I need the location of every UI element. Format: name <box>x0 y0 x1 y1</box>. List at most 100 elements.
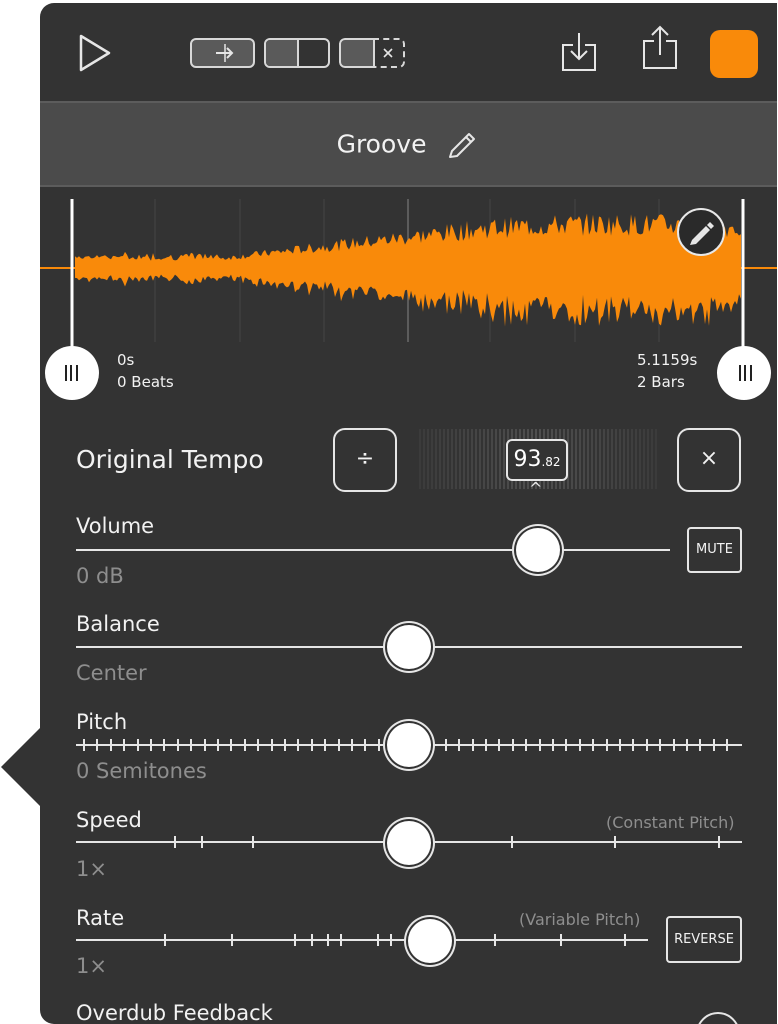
pitch-tick <box>619 739 621 751</box>
pitch-tick <box>606 739 608 751</box>
pitch-tick <box>110 739 112 751</box>
tempo-label: Original Tempo <box>76 445 264 474</box>
rate-tick <box>311 934 313 946</box>
pencil-icon <box>690 222 714 245</box>
rate-thumb[interactable] <box>408 919 452 963</box>
popover-pointer <box>1 727 41 807</box>
pitch-tick <box>284 739 286 751</box>
rate-tick <box>560 934 562 946</box>
balance-thumb[interactable] <box>387 625 431 669</box>
pitch-tick <box>137 739 139 751</box>
speed-note: (Constant Pitch) <box>606 813 735 832</box>
tempo-value[interactable]: 93.82 <box>506 439 568 481</box>
pitch-tick <box>659 739 661 751</box>
play-icon[interactable] <box>78 33 112 73</box>
trim-end-handle[interactable] <box>717 346 771 400</box>
waveform[interactable] <box>40 187 777 357</box>
volume-thumb[interactable] <box>516 528 560 572</box>
pitch-tick <box>190 739 192 751</box>
pitch-tick <box>217 739 219 751</box>
pitch-tick <box>445 739 447 751</box>
overdub-feedback-thumb[interactable] <box>696 1012 740 1024</box>
rate-tick <box>231 934 233 946</box>
speed-tick <box>718 836 720 848</box>
pitch-tick <box>378 739 380 751</box>
pitch-tick <box>686 739 688 751</box>
rate-tick <box>164 934 166 946</box>
volume-value: 0 dB <box>76 564 124 588</box>
start-time: 0s <box>117 351 135 369</box>
pitch-tick <box>726 739 728 751</box>
pitch-tick <box>565 739 567 751</box>
pitch-value: 0 Semitones <box>76 759 207 783</box>
rate-tick <box>494 934 496 946</box>
speed-value: 1× <box>76 857 107 881</box>
rate-track[interactable] <box>76 939 648 941</box>
pitch-tick <box>230 739 232 751</box>
double-tempo-button[interactable]: × <box>677 428 741 492</box>
mute-button[interactable]: MUTE <box>687 527 742 573</box>
speed-tick <box>614 836 616 848</box>
pitch-tick <box>163 739 165 751</box>
pitch-tick <box>244 739 246 751</box>
speed-label: Speed <box>76 808 142 832</box>
tempo-caret: ^ <box>529 479 543 498</box>
track-settings-panel: Groove 0s 0 Beats 5.1159s 2 Bars Origina… <box>40 3 777 1024</box>
pitch-tick <box>338 739 340 751</box>
pitch-tick <box>271 739 273 751</box>
reverse-button[interactable]: REVERSE <box>666 916 742 963</box>
trim-start-handle[interactable] <box>45 346 99 400</box>
mode-clear-icon[interactable] <box>339 38 405 68</box>
rate-note: (Variable Pitch) <box>519 910 641 929</box>
rate-tick <box>390 934 392 946</box>
pitch-thumb[interactable] <box>387 723 431 767</box>
balance-value: Center <box>76 661 147 685</box>
pitch-tick <box>311 739 313 751</box>
pitch-tick <box>123 739 125 751</box>
pitch-tick <box>324 739 326 751</box>
pitch-tick <box>204 739 206 751</box>
mode-through-icon[interactable] <box>190 38 255 68</box>
share-icon[interactable] <box>640 23 680 71</box>
end-time: 5.1159s <box>637 351 698 369</box>
pitch-tick <box>512 739 514 751</box>
track-color-swatch[interactable] <box>710 30 758 78</box>
pitch-tick <box>364 739 366 751</box>
pitch-tick <box>632 739 634 751</box>
pitch-tick <box>431 739 433 751</box>
pitch-tick <box>96 739 98 751</box>
rate-tick <box>327 934 329 946</box>
pitch-tick <box>539 739 541 751</box>
speed-thumb[interactable] <box>387 821 431 865</box>
rate-tick <box>377 934 379 946</box>
volume-track[interactable] <box>76 549 670 551</box>
start-beats: 0 Beats <box>117 373 174 391</box>
mode-split-icon[interactable] <box>264 38 330 68</box>
pitch-tick <box>525 739 527 751</box>
speed-tick <box>201 836 203 848</box>
rate-label: Rate <box>76 906 125 930</box>
balance-label: Balance <box>76 612 160 636</box>
rate-tick <box>294 934 296 946</box>
pitch-label: Pitch <box>76 710 128 734</box>
rate-tick <box>340 934 342 946</box>
speed-tick <box>252 836 254 848</box>
pitch-tick <box>552 739 554 751</box>
pitch-tick <box>257 739 259 751</box>
waveform-edit-button[interactable] <box>677 208 725 256</box>
pitch-tick <box>485 739 487 751</box>
pencil-icon[interactable] <box>446 127 480 161</box>
track-title[interactable]: Groove <box>337 130 427 159</box>
pitch-tick <box>150 739 152 751</box>
pitch-tick <box>498 739 500 751</box>
pitch-tick <box>699 739 701 751</box>
halve-tempo-button[interactable]: ÷ <box>333 428 397 492</box>
pitch-tick <box>713 739 715 751</box>
import-icon[interactable] <box>560 31 598 73</box>
pitch-tick <box>646 739 648 751</box>
pitch-tick <box>592 739 594 751</box>
rate-tick <box>624 934 626 946</box>
pitch-tick <box>297 739 299 751</box>
title-bar: Groove <box>40 101 777 187</box>
volume-label: Volume <box>76 514 155 538</box>
